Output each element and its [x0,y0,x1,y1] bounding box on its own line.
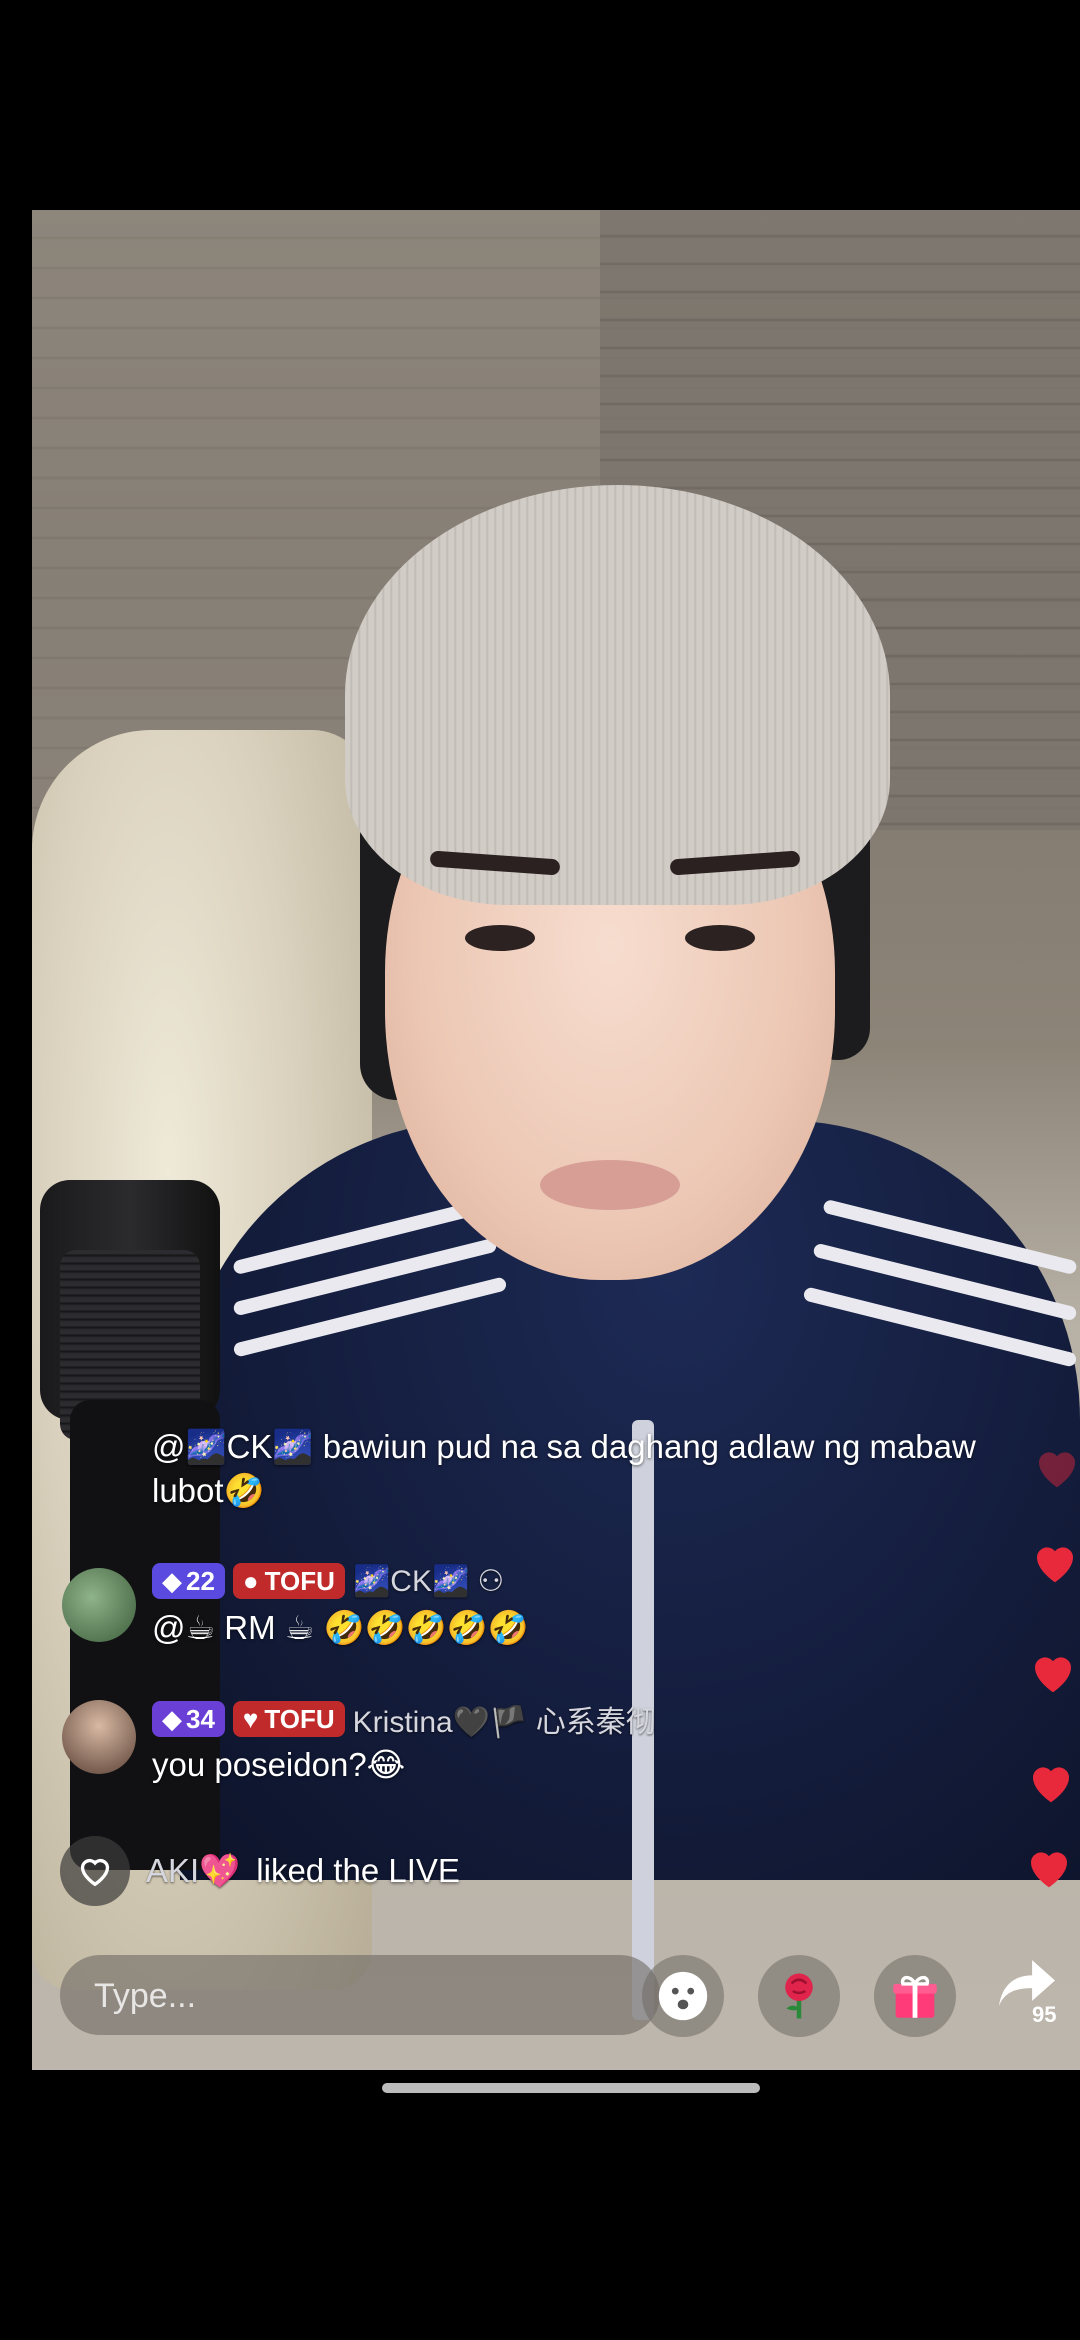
eye-left [465,925,535,951]
diamond-icon: ◆ [162,1565,182,1596]
gift-button[interactable] [874,1955,956,2037]
diamond-icon: ◆ [162,1703,182,1734]
fan-club-badge: ♥ TOFU [232,1701,345,1737]
floating-heart-icon [1033,1767,1069,1803]
rose-icon [785,1973,813,2019]
fan-club-badge: ● TOFU [232,1563,345,1599]
comment-badges: ◆ 22 ● TOFU 🌌CK🌌 ⚇ [152,1562,504,1600]
fan-club-icon: ♥ [242,1703,259,1734]
eye-right [685,925,755,951]
floating-heart-icon [1039,1452,1075,1488]
fan-club-name: TOFU [264,1565,335,1596]
level-badge: ◆ 22 [152,1563,225,1599]
comment-badges: ◆ 34 ♥ TOFU Kristina🖤🏴 心系秦彻 [152,1697,656,1741]
gift-icon [893,1975,937,2018]
comment-text: @☕ RM ☕ 🤣🤣🤣🤣🤣 [152,1609,529,1646]
streamer-lips [540,1160,680,1210]
share-count: 95 [1032,2002,1057,2027]
floating-heart-icon [1037,1547,1073,1583]
comment-text: lubot🤣 [152,1472,265,1509]
level-number: 22 [186,1565,215,1596]
mutual-follow-icon: ⚇ [477,1564,505,1598]
smiley-icon [658,1971,708,2021]
fan-club-name: TOFU [264,1703,335,1734]
level-badge: ◆ 34 [152,1701,225,1737]
floating-heart-icon [1035,1657,1071,1693]
like-notification: AKI💖 liked the LIVE [60,1835,460,1907]
live-icon: ● [242,1565,259,1596]
comment-text: @🌌CK🌌 bawiun pud na sa daghang adlaw ng … [152,1428,976,1465]
emoji-button[interactable] [642,1955,724,2037]
comment-text: you poseidon?😂 [152,1746,406,1783]
streamer-beanie [345,485,890,905]
home-indicator[interactable] [382,2083,760,2093]
rose-gift-button[interactable] [758,1955,840,2037]
avatar[interactable] [62,1568,136,1642]
comment-input-placeholder: Type... [94,1977,197,2015]
floating-heart-icon [1031,1852,1067,1888]
like-text: liked the LIVE [256,1852,460,1889]
avatar[interactable] [62,1700,136,1774]
level-number: 34 [186,1703,215,1734]
comment-username[interactable]: 🌌CK🌌 [353,1564,469,1599]
comment-username[interactable]: Kristina🖤🏴 心系秦彻 [353,1697,656,1741]
like-username[interactable]: AKI💖 [146,1852,240,1891]
comment-input[interactable]: Type... [60,1955,660,2035]
like-heart-icon [60,1836,130,1906]
